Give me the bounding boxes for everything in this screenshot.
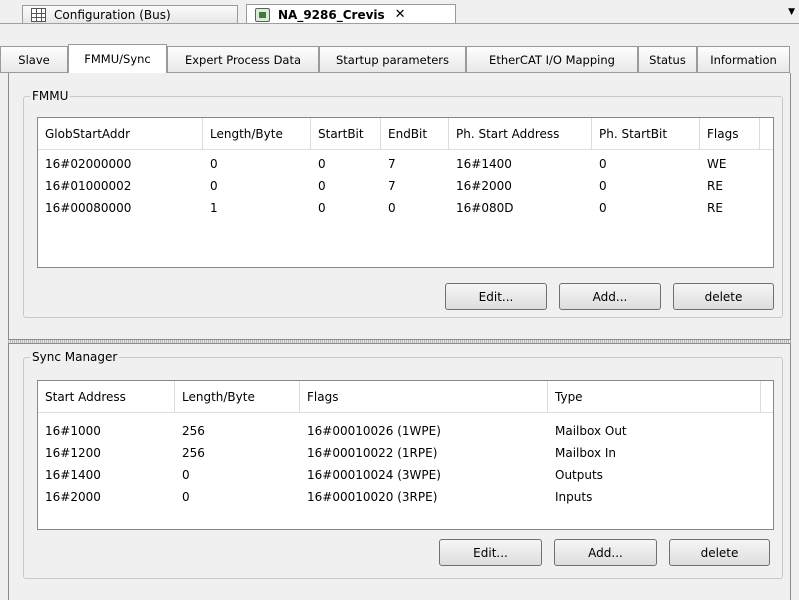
- sync-add-button[interactable]: Add...: [554, 539, 657, 566]
- cell: Mailbox In: [555, 446, 617, 460]
- column-header[interactable]: GlobStartAddr: [38, 118, 203, 150]
- cell: 16#2000: [456, 179, 512, 193]
- cell: WE: [707, 157, 727, 171]
- column-header[interactable]: Flags: [300, 381, 548, 413]
- column-header[interactable]: Length/Byte: [175, 381, 300, 413]
- table-row[interactable]: 16#02000000 0 0 7 16#1400 0 WE: [38, 153, 773, 175]
- sync-manager-table[interactable]: Start Address Length/Byte Flags Type 16#…: [37, 380, 774, 530]
- cell: RE: [707, 179, 723, 193]
- fmmu-table-header: GlobStartAddr Length/Byte StartBit EndBi…: [38, 118, 773, 150]
- sync-edit-button[interactable]: Edit...: [439, 539, 542, 566]
- tab-expert-process-data[interactable]: Expert Process Data: [167, 46, 319, 72]
- table-row[interactable]: 16#00080000 1 0 0 16#080D 0 RE: [38, 197, 773, 219]
- cell: 16#080D: [456, 201, 514, 215]
- cell: 16#2000: [45, 490, 101, 504]
- cell: 16#00080000: [45, 201, 132, 215]
- cell: 256: [182, 446, 205, 460]
- cell: 16#00010026 (1WPE): [307, 424, 441, 438]
- column-header[interactable]: Flags: [700, 118, 760, 150]
- cell: 16#1000: [45, 424, 101, 438]
- column-header[interactable]: StartBit: [311, 118, 381, 150]
- cell: 16#1400: [456, 157, 512, 171]
- cell: 16#00010024 (3WPE): [307, 468, 441, 482]
- cell: 0: [210, 179, 218, 193]
- fmmu-delete-button[interactable]: delete: [673, 283, 774, 310]
- cell: 16#00010022 (1RPE): [307, 446, 438, 460]
- cell: 0: [599, 201, 607, 215]
- column-header[interactable]: Ph. Start Address: [449, 118, 592, 150]
- cell: 1: [210, 201, 218, 215]
- cell: 0: [318, 201, 326, 215]
- cell: 0: [182, 468, 190, 482]
- doc-tab-label: Configuration (Bus): [54, 8, 171, 22]
- table-row[interactable]: 16#1400 0 16#00010024 (3WPE) Outputs: [38, 464, 773, 486]
- cell: 16#1400: [45, 468, 101, 482]
- editor-tab-bar: Slave FMMU/Sync Expert Process Data Star…: [0, 44, 799, 73]
- device-icon: [255, 7, 270, 22]
- close-icon[interactable]: ✕: [395, 7, 406, 22]
- cell: 0: [318, 179, 326, 193]
- doc-tab-label: NA_9286_Crevis: [278, 7, 385, 22]
- cell: 0: [318, 157, 326, 171]
- table-row[interactable]: 16#1000 256 16#00010026 (1WPE) Mailbox O…: [38, 420, 773, 442]
- table-row[interactable]: 16#01000002 0 0 7 16#2000 0 RE: [38, 175, 773, 197]
- cell: 0: [599, 157, 607, 171]
- sync-manager-title: Sync Manager: [30, 350, 120, 364]
- cell: 7: [388, 179, 396, 193]
- tab-list-dropdown-icon[interactable]: ▼: [788, 7, 795, 17]
- tab-fmmu-sync[interactable]: FMMU/Sync: [68, 44, 167, 73]
- fmmu-groupbox: FMMU GlobStartAddr Length/Byte StartBit …: [23, 89, 783, 318]
- tab-slave[interactable]: Slave: [0, 46, 68, 72]
- fmmu-edit-button[interactable]: Edit...: [445, 283, 547, 310]
- sync-manager-table-header: Start Address Length/Byte Flags Type: [38, 381, 773, 413]
- cell: 16#00010020 (3RPE): [307, 490, 438, 504]
- cell: 0: [388, 201, 396, 215]
- tab-information[interactable]: Information: [697, 46, 790, 72]
- cell: 0: [182, 490, 190, 504]
- tab-ethercat-io-mapping[interactable]: EtherCAT I/O Mapping: [466, 46, 638, 72]
- grid-icon: [31, 8, 46, 22]
- cell: RE: [707, 201, 723, 215]
- cell: 256: [182, 424, 205, 438]
- column-header[interactable]: Type: [548, 381, 761, 413]
- cell: 7: [388, 157, 396, 171]
- fmmu-add-button[interactable]: Add...: [559, 283, 661, 310]
- sync-delete-button[interactable]: delete: [669, 539, 770, 566]
- fmmu-title: FMMU: [30, 89, 71, 103]
- tab-status[interactable]: Status: [638, 46, 697, 72]
- cell: Outputs: [555, 468, 603, 482]
- sync-manager-groupbox: Sync Manager Start Address Length/Byte F…: [23, 350, 783, 579]
- cell: 0: [599, 179, 607, 193]
- cell: 16#01000002: [45, 179, 132, 193]
- cell: Inputs: [555, 490, 593, 504]
- cell: 16#1200: [45, 446, 101, 460]
- column-header[interactable]: Start Address: [38, 381, 175, 413]
- tab-startup-parameters[interactable]: Startup parameters: [319, 46, 466, 72]
- doc-tab-na-9286-crevis[interactable]: NA_9286_Crevis ✕: [246, 4, 456, 24]
- column-header[interactable]: Length/Byte: [203, 118, 311, 150]
- fmmu-table[interactable]: GlobStartAddr Length/Byte StartBit EndBi…: [37, 117, 774, 268]
- table-row[interactable]: 16#2000 0 16#00010020 (3RPE) Inputs: [38, 486, 773, 508]
- column-header[interactable]: Ph. StartBit: [592, 118, 700, 150]
- cell: Mailbox Out: [555, 424, 627, 438]
- table-row[interactable]: 16#1200 256 16#00010022 (1RPE) Mailbox I…: [38, 442, 773, 464]
- doc-tab-configuration-bus[interactable]: Configuration (Bus): [22, 5, 238, 24]
- cell: 0: [210, 157, 218, 171]
- panel-splitter[interactable]: [8, 339, 791, 344]
- column-header[interactable]: EndBit: [381, 118, 449, 150]
- cell: 16#02000000: [45, 157, 132, 171]
- document-tab-bar: Configuration (Bus) NA_9286_Crevis ✕ ▼: [0, 0, 799, 24]
